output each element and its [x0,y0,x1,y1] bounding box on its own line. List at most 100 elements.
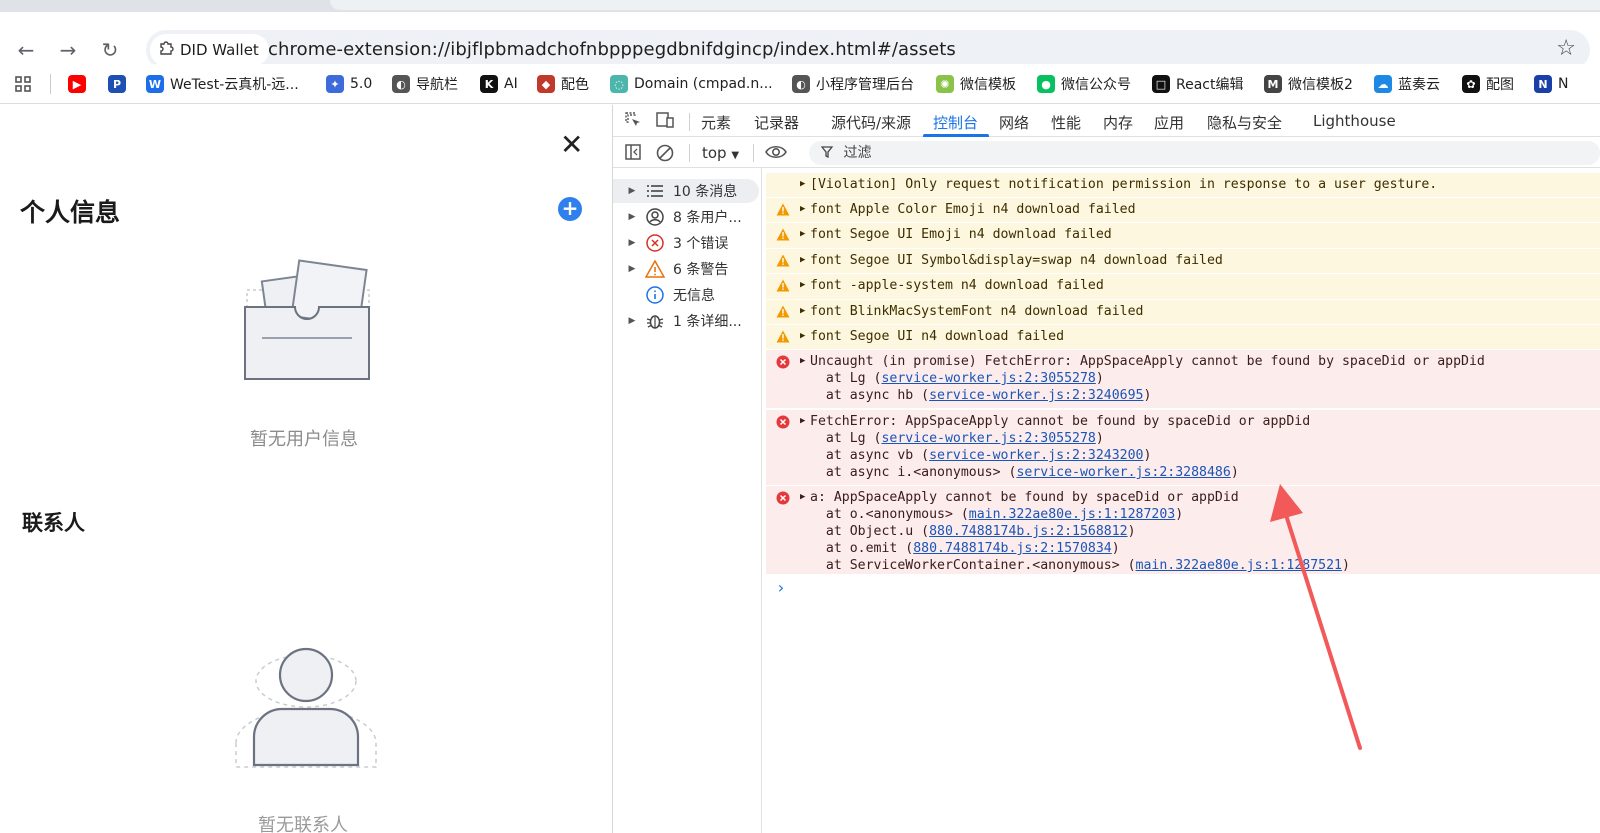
toolbar-separator-2 [753,144,754,162]
console-warning-message[interactable]: ▶ font BlinkMacSystemFont n4 download fai… [766,300,1600,324]
url-text[interactable]: chrome-extension://ibjflpbmadchofnbpppeg… [268,39,956,60]
bookmark-item[interactable]: ◐ 导航栏 [392,72,458,96]
source-link[interactable]: service-worker.js:2:3288486 [1016,465,1230,480]
expand-triangle-icon[interactable]: ▶ [621,212,643,222]
contacts-title: 联系人 [22,511,85,535]
sidebar-filter-item[interactable]: ▶ 8 条用户... [613,205,759,229]
back-icon[interactable]: ← [14,38,38,62]
close-icon[interactable]: ✕ [560,131,583,159]
devtools-tab[interactable]: 性能 [1051,112,1081,133]
source-link[interactable]: service-worker.js:2:3240695 [929,388,1143,403]
clear-console-icon[interactable] [655,143,675,163]
forward-icon[interactable]: → [56,38,80,62]
sidebar-filter-item[interactable]: ▶ 3 个错误 [613,231,759,255]
bookmark-item[interactable]: ● 微信公众号 [1037,72,1131,96]
bookmark-item[interactable]: ☁ 蓝奏云 [1374,72,1440,96]
k-icon: K [480,75,498,93]
bookmark-item[interactable]: M 微信模板2 [1264,72,1353,96]
sidebar-filter-item[interactable]: ▶ 10 条消息 [613,179,759,203]
sidebar-filter-item[interactable]: ▶ 1 条详细... [613,309,759,333]
bookmark-item[interactable]: ✿ 配图 [1462,72,1514,96]
source-link[interactable]: main.322ae80e.js:1:1287521 [1136,558,1342,573]
device-toolbar-icon[interactable] [655,111,675,131]
stack-frame-text: at ServiceWorkerContainer.<anonymous> ( [810,558,1136,573]
apps-grid-icon[interactable] [14,72,32,96]
console-warning-message[interactable]: ▶ font -apple-system n4 download failed [766,274,1600,299]
context-select[interactable]: top ▼ [702,144,739,162]
square-icon: □ [1152,75,1170,93]
sidebar-filter-item[interactable]: ▶ 6 条警告 [613,257,759,281]
bookmark-item[interactable]: P [108,72,126,96]
m-icon: M [1264,75,1282,93]
warning-icon [643,259,667,279]
bookmarks-bar: ▶ P W WeTest-云真机-远... ✦ 5.0 ◐ 导航栏 K AI ◆ 配色 ◌ Domain … [0,64,1600,104]
expand-triangle-icon[interactable]: ▶ [621,264,643,274]
console-error-message[interactable]: ▶ Uncaught (in promise) FetchError: AppSp… [766,350,1600,408]
sidebar-toggle-icon[interactable] [623,143,643,163]
devtools-tab[interactable]: 隐私与安全 [1207,112,1282,133]
expand-triangle-icon[interactable]: ▶ [800,204,805,214]
source-link[interactable]: service-worker.js:2:3055278 [881,371,1095,386]
stack-frame-suffix: ) [1095,431,1104,446]
reload-icon[interactable]: ↻ [98,38,122,62]
expand-triangle-icon[interactable]: ▶ [800,280,805,290]
expand-triangle-icon[interactable]: ▶ [800,306,805,316]
bookmark-item[interactable]: ▶ [68,72,86,96]
console-error-message[interactable]: ▶ a: AppSpaceApply cannot be found by spa… [766,486,1600,574]
devtools-tab[interactable]: 控制台 [933,112,978,133]
expand-triangle-icon[interactable]: ▶ [800,229,805,239]
expand-triangle-icon[interactable]: ▶ [621,238,643,248]
devtools-tab[interactable]: Lighthouse [1313,112,1396,130]
source-link[interactable]: service-worker.js:2:3055278 [881,431,1095,446]
expand-triangle-icon[interactable]: ▶ [800,356,805,366]
bookmark-item[interactable]: ◐ 小程序管理后台 [792,72,914,96]
bookmark-item[interactable]: NN [1534,72,1568,96]
bookmark-item[interactable]: ◌ Domain (cmpad.n... [610,72,773,96]
devtools-tab[interactable]: 网络 [999,112,1029,133]
extension-chip[interactable]: DID Wallet [150,34,269,66]
bookmark-item[interactable]: □ React编辑 [1152,72,1243,96]
bookmark-label: N [1558,76,1569,92]
bookmark-item[interactable]: ✺ 微信模板 [936,72,1016,96]
warning-icon [776,279,790,293]
sidebar-filter-item[interactable]: 无信息 [613,283,759,307]
browser-toolbar: ← → ↻ DID Wallet chrome-extension://ibjf… [0,12,1600,70]
expand-triangle-icon[interactable]: ▶ [800,255,805,265]
console-violation-message[interactable]: ▶ [Violation] Only request notification p… [766,173,1600,197]
devtools-tab[interactable]: 应用 [1154,112,1184,133]
bookmark-star-icon[interactable]: ☆ [1556,36,1576,61]
bookmark-item[interactable]: ✦ 5.0 [326,72,372,96]
devtools-tab[interactable]: 记录器 [754,112,799,133]
stack-frame: at o.<anonymous> (main.322ae80e.js:1:128… [810,507,1183,522]
console-error-message[interactable]: ▶ FetchError: AppSpaceApply cannot be fou… [766,410,1600,485]
bookmark-label: 蓝奏云 [1398,77,1440,93]
inspect-element-icon[interactable] [623,111,643,131]
console-warning-message[interactable]: ▶ font Segoe UI Symbol&display=swap n4 do… [766,249,1600,273]
console-warning-message[interactable]: ▶ font Segoe UI n4 download failed [766,325,1600,349]
expand-triangle-icon[interactable]: ▶ [621,186,643,196]
console-filter-input[interactable]: 过滤 [809,141,1600,165]
source-link[interactable]: main.322ae80e.js:1:1287203 [969,507,1175,522]
expand-triangle-icon[interactable]: ▶ [800,179,805,189]
stack-frame: at Object.u (880.7488174b.js:2:1568812) [810,524,1136,539]
bookmark-item[interactable]: K AI [480,72,518,96]
add-button[interactable]: + [558,197,582,221]
expand-triangle-icon[interactable]: ▶ [800,416,805,426]
sidebar-item-label: 1 条详细... [673,314,742,330]
console-warning-message[interactable]: ▶ font Apple Color Emoji n4 download fail… [766,198,1600,222]
console-prompt[interactable]: › [776,578,786,597]
source-link[interactable]: 880.7488174b.js:2:1570834 [913,541,1112,556]
source-link[interactable]: service-worker.js:2:3243200 [929,448,1143,463]
source-link[interactable]: 880.7488174b.js:2:1568812 [929,524,1128,539]
devtools-tab[interactable]: 内存 [1103,112,1133,133]
devtools-tab[interactable]: 元素 [701,112,731,133]
devtools-tab[interactable]: 源代码/来源 [831,112,911,133]
expand-triangle-icon[interactable]: ▶ [800,331,805,341]
bookmark-item[interactable]: W WeTest-云真机-远... [146,72,299,96]
console-warning-message[interactable]: ▶ font Segoe UI Emoji n4 download failed [766,223,1600,248]
eye-icon[interactable] [763,143,789,163]
expand-triangle-icon[interactable]: ▶ [621,316,643,326]
expand-triangle-icon[interactable]: ▶ [800,492,805,502]
bookmark-label: 微信模板 [960,77,1016,93]
bookmark-item[interactable]: ◆ 配色 [537,72,589,96]
